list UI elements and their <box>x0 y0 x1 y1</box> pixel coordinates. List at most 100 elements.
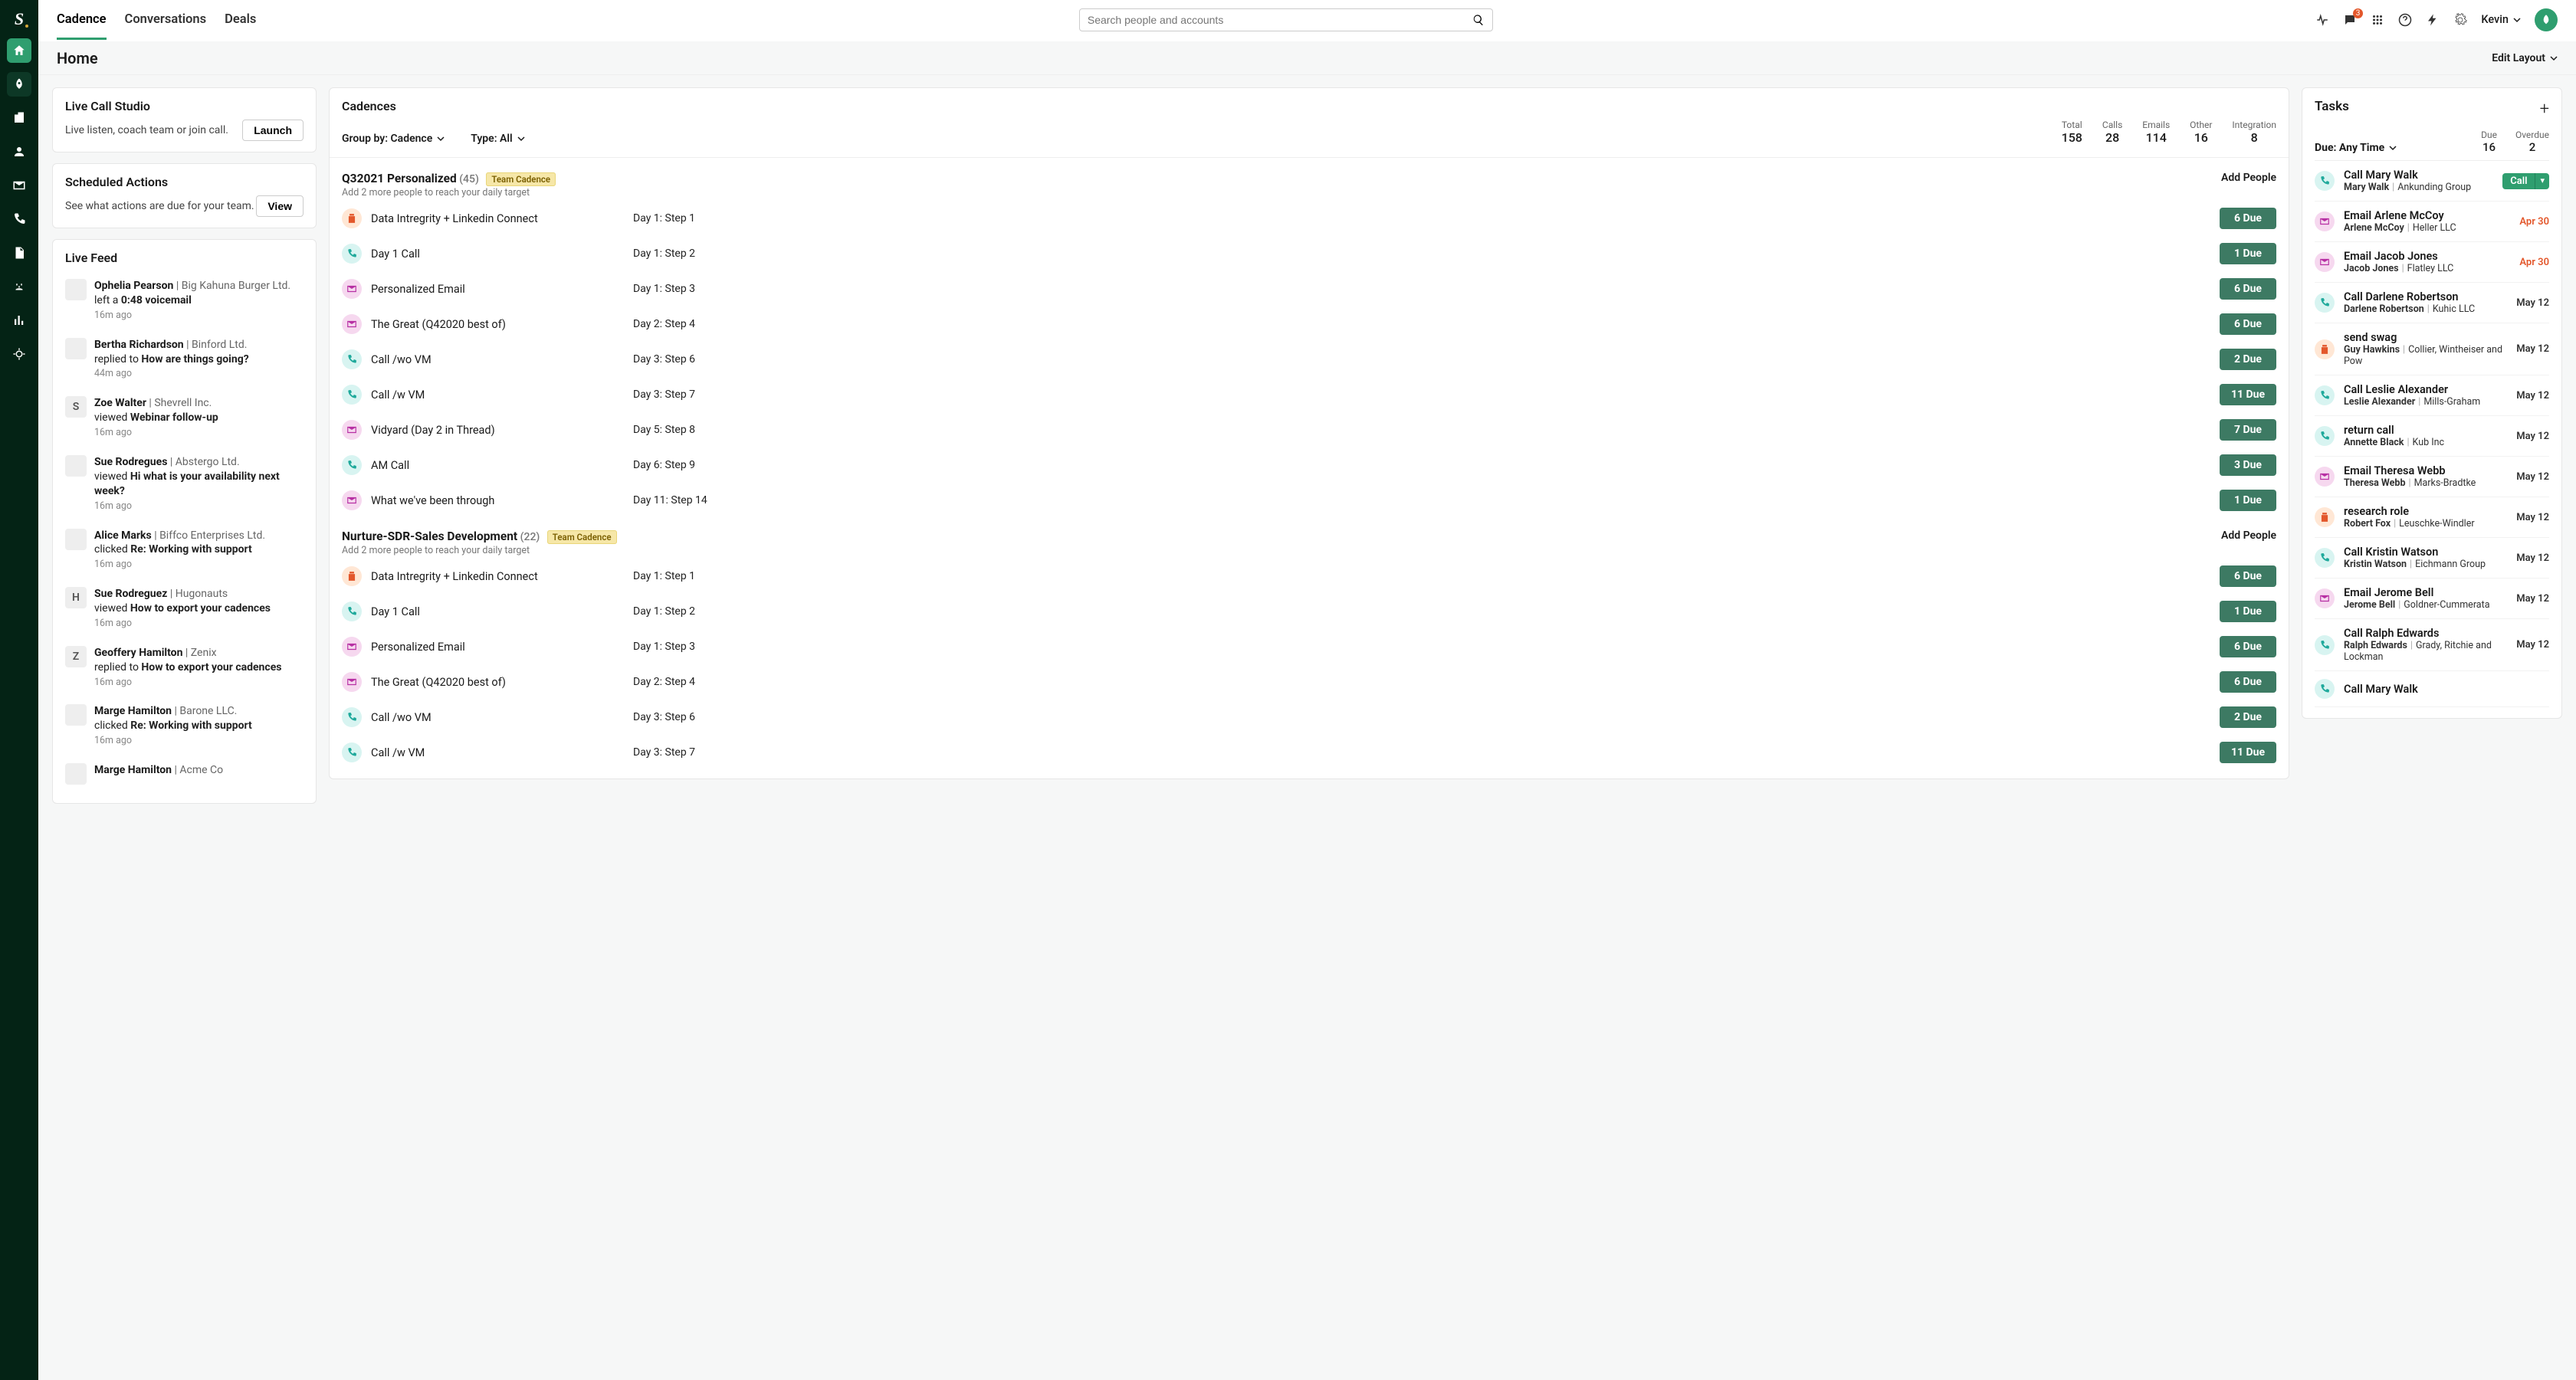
due-pill[interactable]: 7 Due <box>2220 419 2276 441</box>
task-item[interactable]: Call Darlene RobertsonDarlene Robertson|… <box>2315 283 2549 323</box>
live-call-panel: Live Call Studio Live listen, coach team… <box>52 87 317 152</box>
search-box[interactable] <box>1079 8 1493 31</box>
due-pill[interactable]: 6 Due <box>2220 278 2276 300</box>
feed-item[interactable]: Bertha Richardson | Binford Ltd.replied … <box>65 330 304 389</box>
view-button[interactable]: View <box>256 195 304 217</box>
cadence-step[interactable]: The Great (Q42020 best of)Day 2: Step 46… <box>342 667 2276 697</box>
task-item[interactable]: send swagGuy Hawkins|Collier, Wintheiser… <box>2315 323 2549 375</box>
due-pill[interactable]: 11 Due <box>2220 742 2276 763</box>
due-pill[interactable]: 6 Due <box>2220 636 2276 657</box>
task-item[interactable]: Call Mary Walk <box>2315 671 2549 707</box>
call-dropdown[interactable]: ▾ <box>2535 173 2549 189</box>
feed-item[interactable]: HSue Rodreguez | Hugonautsviewed How to … <box>65 579 304 638</box>
rail-email[interactable] <box>7 173 31 198</box>
tab-cadence[interactable]: Cadence <box>57 12 107 40</box>
rail-accounts[interactable] <box>7 106 31 130</box>
task-item[interactable]: Call Ralph EdwardsRalph Edwards|Grady, R… <box>2315 619 2549 671</box>
task-item[interactable]: Email Jerome BellJerome Bell|Goldner-Cum… <box>2315 579 2549 619</box>
email-icon <box>2315 252 2335 272</box>
type-dropdown[interactable]: Type: All <box>471 133 524 145</box>
launchpad-button[interactable] <box>2535 8 2558 31</box>
rail-home[interactable] <box>7 38 31 63</box>
due-pill[interactable]: 1 Due <box>2220 243 2276 264</box>
tasks-due-filter[interactable]: Due: Any Time <box>2315 142 2397 154</box>
cadence-step[interactable]: Personalized EmailDay 1: Step 36 Due <box>342 274 2276 304</box>
task-item[interactable]: Call Kristin WatsonKristin Watson|Eichma… <box>2315 538 2549 579</box>
cadence-step[interactable]: Call /w VMDay 3: Step 711 Due <box>342 737 2276 768</box>
tab-deals[interactable]: Deals <box>225 12 256 40</box>
due-pill[interactable]: 3 Due <box>2220 454 2276 476</box>
due-pill[interactable]: 1 Due <box>2220 490 2276 511</box>
edit-layout-button[interactable]: Edit Layout <box>2492 52 2558 64</box>
bolt-icon[interactable] <box>2426 13 2440 27</box>
email-icon <box>2315 588 2335 608</box>
task-item[interactable]: return callAnnette Black|Kub IncMay 12 <box>2315 416 2549 457</box>
search-input[interactable] <box>1088 14 1472 26</box>
cadence-name[interactable]: Q32021 Personalized <box>342 172 457 185</box>
rail-templates[interactable] <box>7 241 31 265</box>
due-pill[interactable]: 11 Due <box>2220 384 2276 405</box>
due-pill[interactable]: 6 Due <box>2220 313 2276 335</box>
scheduled-actions-panel: Scheduled Actions See what actions are d… <box>52 163 317 228</box>
rail-analytics[interactable] <box>7 308 31 333</box>
add-people-link[interactable]: Add People <box>2221 172 2276 184</box>
due-pill[interactable]: 6 Due <box>2220 565 2276 587</box>
add-task-button[interactable]: + <box>2540 101 2549 118</box>
feed-item[interactable]: Sue Rodregues | Abstergo Ltd.viewed Hi w… <box>65 447 304 521</box>
cadence-step[interactable]: The Great (Q42020 best of)Day 2: Step 46… <box>342 309 2276 339</box>
cadence-step[interactable]: Day 1 CallDay 1: Step 21 Due <box>342 596 2276 627</box>
notifications-icon[interactable]: 3 <box>2343 13 2357 27</box>
call-button[interactable]: Call <box>2502 173 2535 189</box>
user-menu[interactable]: Kevin <box>2481 13 2521 26</box>
due-pill[interactable]: 2 Due <box>2220 706 2276 728</box>
launch-button[interactable]: Launch <box>242 120 304 141</box>
cadence-step[interactable]: Data Intregrity + Linkedin ConnectDay 1:… <box>342 203 2276 234</box>
due-pill[interactable]: 6 Due <box>2220 671 2276 693</box>
feed-item[interactable]: SZoe Walter | Shevrell Inc.viewed Webina… <box>65 388 304 447</box>
cadence-step[interactable]: What we've been throughDay 11: Step 141 … <box>342 485 2276 516</box>
group-by-dropdown[interactable]: Group by: Cadence <box>342 133 445 145</box>
cadence-step[interactable]: Personalized EmailDay 1: Step 36 Due <box>342 631 2276 662</box>
activity-icon[interactable] <box>2315 13 2329 27</box>
task-item[interactable]: Call Leslie AlexanderLeslie Alexander|Mi… <box>2315 375 2549 416</box>
feed-item[interactable]: Ophelia Pearson | Big Kahuna Burger Ltd.… <box>65 271 304 330</box>
task-date: Apr 30 <box>2519 257 2549 268</box>
rail-target[interactable] <box>7 342 31 366</box>
task-date: May 12 <box>2516 343 2549 355</box>
add-people-link[interactable]: Add People <box>2221 529 2276 542</box>
dialpad-icon[interactable] <box>2371 13 2384 27</box>
panel-title: Live Call Studio <box>65 99 304 113</box>
help-icon[interactable] <box>2398 13 2412 27</box>
feed-item[interactable]: Marge Hamilton | Barone LLC.clicked Re: … <box>65 697 304 756</box>
settings-icon[interactable] <box>2453 13 2467 27</box>
rail-snippets[interactable] <box>7 274 31 299</box>
cadence-stat: Emails114 <box>2142 120 2170 145</box>
panel-title: Live Feed <box>65 251 304 265</box>
cadence-step[interactable]: AM CallDay 6: Step 93 Due <box>342 450 2276 480</box>
task-date: May 12 <box>2516 471 2549 483</box>
task-item[interactable]: Email Theresa WebbTheresa Webb|Marks-Bra… <box>2315 457 2549 497</box>
rail-calls[interactable] <box>7 207 31 231</box>
email-icon <box>342 314 362 334</box>
due-pill[interactable]: 2 Due <box>2220 349 2276 370</box>
cadence-step[interactable]: Call /wo VMDay 3: Step 62 Due <box>342 344 2276 375</box>
cadence-step[interactable]: Call /w VMDay 3: Step 711 Due <box>342 379 2276 410</box>
due-pill[interactable]: 6 Due <box>2220 208 2276 229</box>
task-item[interactable]: Email Arlene McCoyArlene McCoy|Heller LL… <box>2315 202 2549 242</box>
feed-item[interactable]: Marge Hamilton | Acme Co <box>65 756 304 792</box>
cadence-name[interactable]: Nurture-SDR-Sales Development <box>342 529 517 543</box>
feed-item[interactable]: ZGeoffery Hamilton | Zenixreplied to How… <box>65 638 304 697</box>
task-item[interactable]: research roleRobert Fox|Leuschke-Windler… <box>2315 497 2549 538</box>
feed-item[interactable]: Alice Marks | Biffco Enterprises Ltd.cli… <box>65 521 304 580</box>
rail-people[interactable] <box>7 139 31 164</box>
cadence-step[interactable]: Data Intregrity + Linkedin ConnectDay 1:… <box>342 561 2276 592</box>
tab-conversations[interactable]: Conversations <box>125 12 207 40</box>
cadence-step[interactable]: Call /wo VMDay 3: Step 62 Due <box>342 702 2276 733</box>
task-item[interactable]: Email Jacob JonesJacob Jones|Flatley LLC… <box>2315 242 2549 283</box>
cadence-step[interactable]: Day 1 CallDay 1: Step 21 Due <box>342 238 2276 269</box>
cadence-step[interactable]: Vidyard (Day 2 in Thread)Day 5: Step 87 … <box>342 415 2276 445</box>
task-item[interactable]: Call Mary WalkMary Walk|Ankunding GroupC… <box>2315 161 2549 202</box>
due-pill[interactable]: 1 Due <box>2220 601 2276 622</box>
rail-rocket[interactable] <box>7 72 31 97</box>
avatar <box>65 338 87 359</box>
